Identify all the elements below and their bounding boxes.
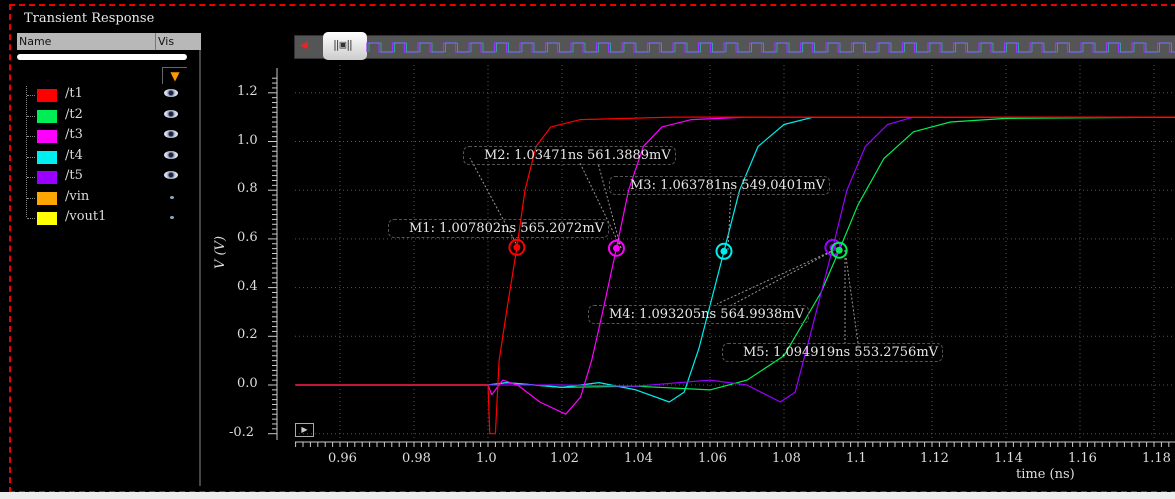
x-tick-label: 0.98	[402, 451, 431, 466]
waveform-plot[interactable]	[0, 0, 1175, 499]
y-tick-label: 0.0	[237, 376, 258, 391]
marker-label-m4[interactable]: M4: 1.093205ns 564.9938mV	[588, 305, 810, 324]
y-tick-label: 0.6	[237, 229, 258, 245]
marker-label-m3[interactable]: M3: 1.063781ns 549.0401mV	[609, 176, 831, 195]
overview-waveform	[366, 42, 1175, 53]
y-tick-label: 0.4	[237, 278, 258, 294]
marker-dot-m1	[513, 243, 521, 251]
marker-dot-m5	[835, 246, 843, 254]
marker-leader-line	[844, 249, 859, 344]
x-tick-label: 0.96	[328, 451, 357, 466]
x-tick-label: 1.02	[550, 451, 579, 466]
marker-dot-m2	[612, 244, 620, 252]
y-axis-label: V (V)	[213, 235, 229, 270]
y-tick-label: 1.0	[237, 132, 258, 148]
x-tick-label: 1.16	[1068, 451, 1097, 466]
y-tick-label: 1.2	[237, 83, 258, 99]
x-tick-label: 1.06	[698, 451, 727, 466]
y-tick-label: 0.2	[237, 327, 258, 343]
x-tick-label: 1.18	[1142, 451, 1171, 466]
x-tick-label: 1.0	[476, 451, 497, 466]
marker-label-m1[interactable]: M1: 1.007802ns 565.2072mV	[388, 219, 610, 238]
marker-dot-m3	[720, 247, 728, 255]
marker-label-m2[interactable]: M2: 1.03471ns 561.3889mV	[463, 146, 676, 165]
x-tick-label: 1.08	[772, 451, 801, 466]
overview-waveform	[368, 42, 1175, 53]
marker-leader-line	[727, 189, 732, 251]
x-tick-label: 1.14	[994, 451, 1023, 466]
marker-label-m5[interactable]: M5: 1.094919ns 553.2756mV	[722, 343, 944, 362]
x-axis-label: time (ns)	[1016, 467, 1075, 482]
x-tick-label: 1.1	[846, 451, 867, 466]
series-line-t1	[295, 116, 1175, 435]
y-tick-label: -0.2	[229, 424, 255, 440]
series-line-t3	[295, 116, 1175, 415]
y-tick-label: 0.8	[237, 181, 258, 197]
x-tick-label: 1.04	[624, 451, 653, 466]
play-icon[interactable]: ▶	[295, 423, 314, 437]
x-tick-label: 1.12	[920, 451, 949, 466]
